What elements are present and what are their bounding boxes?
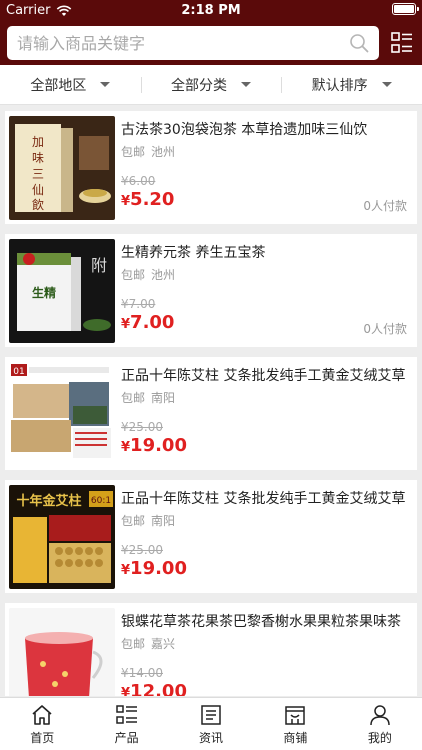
product-shipping: 包邮 池州 — [121, 143, 181, 160]
list-icon — [115, 705, 137, 724]
original-price: ¥7.00 — [121, 297, 156, 311]
filter-sort-label: 默认排序 — [311, 77, 368, 94]
current-price: ¥5.20 — [121, 189, 175, 210]
header-bar: Carrier 2:18 PM — [0, 0, 422, 65]
filter-category[interactable]: 全部分类 — [140, 65, 282, 104]
product-title[interactable]: 正品十年陈艾柱 艾条批发纯手工黄金艾绒艾草 — [121, 365, 405, 385]
bottom-tab-bar: 首页 产品 资讯 商铺 我的 — [0, 697, 422, 750]
status-time: 2:18 PM — [181, 3, 241, 18]
location-label: 嘉兴 — [151, 637, 176, 651]
shipping-label: 包邮 — [121, 514, 146, 528]
tab-products[interactable]: 产品 — [84, 698, 168, 750]
product-image: 加 味 三 仙 飲 — [9, 116, 115, 220]
battery-icon — [392, 3, 419, 15]
product-image: 生精 附 — [9, 239, 115, 343]
product-shipping: 包邮 南阳 — [121, 389, 181, 406]
tab-products-label: 产品 — [114, 731, 139, 745]
svg-text:味: 味 — [32, 151, 44, 165]
caret-down-icon — [381, 82, 392, 87]
original-price: ¥6.00 — [121, 174, 156, 188]
shipping-label: 包邮 — [121, 391, 146, 405]
caret-down-icon — [241, 82, 251, 87]
paid-count: 0人付款 — [363, 322, 407, 336]
svg-text:附: 附 — [91, 256, 107, 275]
filter-region-label: 全部地区 — [30, 77, 87, 94]
svg-text:十年金艾柱: 十年金艾柱 — [16, 493, 81, 509]
news-icon — [201, 705, 221, 725]
product-item[interactable]: 加 味 三 仙 飲 古法茶30泡袋泡茶 本草拾遗加味三仙饮 包邮 池州 ¥6.00… — [5, 111, 417, 224]
location-label: 池州 — [151, 145, 176, 159]
product-title[interactable]: 银蝶花草茶花果茶巴黎香榭水果果粒茶果味茶 — [121, 611, 401, 631]
product-item[interactable]: 十年金艾柱 60:1 正品十年陈艾柱 艾条批发纯手工黄金艾绒艾草 包邮 南阳 ¥… — [5, 480, 417, 593]
svg-text:仙: 仙 — [32, 183, 44, 197]
category-list-icon[interactable] — [390, 31, 414, 55]
original-price: ¥14.00 — [121, 666, 163, 680]
tab-mine[interactable]: 我的 — [338, 698, 422, 750]
filter-category-label: 全部分类 — [171, 77, 227, 94]
current-price: ¥12.00 — [121, 681, 187, 696]
tab-shop[interactable]: 商铺 — [253, 698, 337, 750]
location-label: 池州 — [151, 268, 176, 282]
home-icon — [32, 705, 52, 725]
original-price: ¥25.00 — [121, 420, 163, 434]
product-item[interactable]: 01 正品十年陈艾柱 艾条批发纯手工黄金艾绒艾草 包邮 南阳 ¥25.00 ¥19… — [5, 357, 417, 470]
svg-text:飲: 飲 — [32, 197, 44, 212]
tab-home[interactable]: 首页 — [0, 698, 84, 750]
search-box[interactable] — [7, 26, 379, 60]
svg-text:生精: 生精 — [32, 285, 56, 300]
shipping-label: 包邮 — [121, 145, 146, 159]
shipping-label: 包邮 — [121, 268, 146, 282]
location-label: 南阳 — [151, 391, 176, 405]
original-price: ¥25.00 — [121, 543, 163, 557]
svg-text:三: 三 — [32, 167, 44, 181]
product-image: 十年金艾柱 60:1 — [9, 485, 115, 589]
current-price: ¥19.00 — [121, 558, 187, 579]
tab-mine-label: 我的 — [367, 731, 392, 745]
svg-text:加: 加 — [32, 135, 44, 149]
search-input[interactable] — [17, 26, 347, 60]
location-label: 南阳 — [151, 514, 176, 528]
product-title[interactable]: 正品十年陈艾柱 艾条批发纯手工黄金艾绒艾草 — [121, 488, 405, 508]
product-shipping: 包邮 池州 — [121, 266, 181, 283]
filter-bar: 全部地区 全部分类 默认排序 — [0, 65, 422, 105]
shipping-label: 包邮 — [121, 637, 146, 651]
user-icon — [370, 705, 390, 726]
tab-shop-label: 商铺 — [283, 731, 308, 745]
status-bar: Carrier 2:18 PM — [0, 0, 422, 20]
svg-text:01: 01 — [13, 367, 24, 377]
product-title[interactable]: 生精养元茶 养生五宝茶 — [121, 242, 265, 262]
tab-news-label: 资讯 — [199, 731, 224, 745]
tab-news[interactable]: 资讯 — [169, 698, 253, 750]
filter-sort[interactable]: 默认排序 — [281, 65, 422, 104]
current-price: ¥7.00 — [121, 312, 175, 333]
search-icon[interactable] — [349, 33, 369, 53]
product-shipping: 包邮 嘉兴 — [121, 635, 181, 652]
product-list: 加 味 三 仙 飲 古法茶30泡袋泡茶 本草拾遗加味三仙饮 包邮 池州 ¥6.00… — [5, 111, 417, 696]
caret-down-icon — [100, 82, 111, 87]
product-item[interactable]: 生精 附 生精养元茶 养生五宝茶 包邮 池州 ¥7.00 ¥7.00 0人付款 — [5, 234, 417, 347]
product-shipping: 包邮 南阳 — [121, 512, 181, 529]
tab-home-label: 首页 — [30, 731, 55, 745]
product-image — [9, 608, 115, 696]
filter-region[interactable]: 全部地区 — [0, 65, 141, 104]
paid-count: 0人付款 — [363, 199, 407, 213]
product-item[interactable]: 银蝶花草茶花果茶巴黎香榭水果果粒茶果味茶 包邮 嘉兴 ¥14.00 ¥12.00 — [5, 603, 417, 696]
svg-text:60:1: 60:1 — [91, 496, 111, 506]
shop-icon — [285, 706, 306, 725]
product-title[interactable]: 古法茶30泡袋泡茶 本草拾遗加味三仙饮 — [121, 119, 367, 139]
current-price: ¥19.00 — [121, 435, 187, 456]
product-image: 01 — [9, 362, 115, 466]
